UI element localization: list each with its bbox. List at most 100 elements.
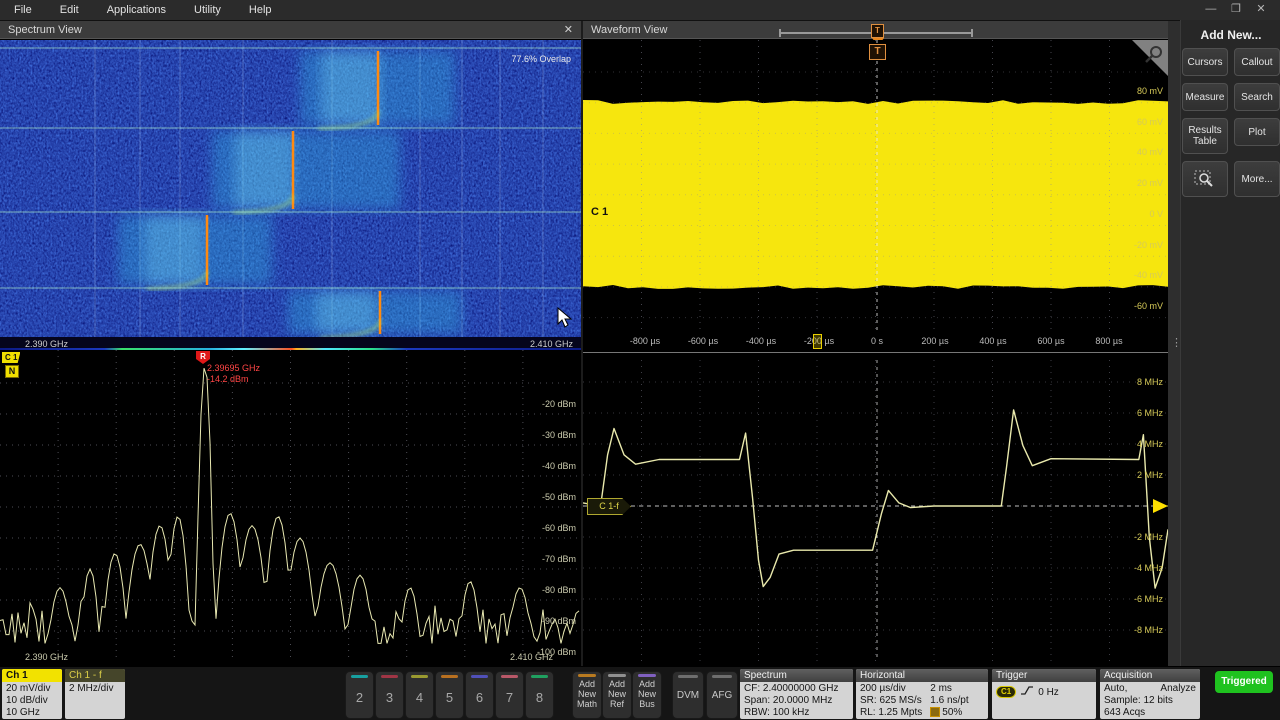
horizontal-setting: RL: 1.25 Mpts — [860, 707, 922, 719]
span-start-label: 2.390 GHz — [25, 652, 68, 662]
channel-color-stripe — [351, 675, 368, 678]
mv-axis-label: 80 mV — [1137, 86, 1163, 96]
waveform-view-title: Waveform View — [591, 24, 667, 36]
spectrum-view-title: Spectrum View — [8, 24, 82, 36]
mv-axis-label: -20 mV — [1134, 240, 1163, 250]
add-new-panel: Add New... CursorsCalloutMeasureSearchRe… — [1180, 20, 1280, 666]
mhz-axis-label: 8 MHz — [1137, 377, 1163, 387]
add-new-ref-button[interactable]: AddNewRef — [602, 671, 632, 719]
ch1-badge-title: Ch 1 — [2, 669, 62, 682]
ruler-trigger-marker[interactable]: T — [871, 24, 884, 38]
menu-applications[interactable]: Applications — [93, 1, 180, 16]
channel-2-button[interactable]: 2 — [345, 671, 374, 719]
horizontal-setting: 50% — [930, 707, 968, 719]
trigger-source-pill: C1 — [996, 686, 1016, 698]
time-axis-label: -800 µs — [630, 336, 660, 346]
add-new-bus-button[interactable]: AddNewBus — [632, 671, 662, 719]
mv-axis-label: 60 mV — [1137, 117, 1163, 127]
channel-1f-tag[interactable]: C 1-f — [587, 498, 631, 515]
spectrum-view-titlebar[interactable]: Spectrum View ✕ — [0, 21, 581, 39]
acquisition-badge[interactable]: AcquisitionAuto,AnalyzeSample: 12 bits64… — [1100, 669, 1200, 719]
channel-5-button[interactable]: 5 — [435, 671, 464, 719]
triggered-status-button[interactable]: Triggered — [1215, 671, 1273, 693]
add-measure-button[interactable]: Measure — [1182, 83, 1228, 111]
channel-7-button[interactable]: 7 — [495, 671, 524, 719]
zoom-corner-icon[interactable] — [1132, 40, 1168, 76]
acq-mode: Auto, — [1104, 683, 1127, 695]
add-search-button[interactable]: Search — [1234, 83, 1280, 111]
ch1-badge[interactable]: Ch 120 mV/div10 dB/div10 GHz — [2, 669, 62, 719]
ch1f-badge-title: Ch 1 - f — [65, 669, 125, 682]
time-axis-label: -400 µs — [746, 336, 776, 346]
waveform-view-titlebar[interactable]: Waveform View T — [583, 21, 1168, 39]
more-button[interactable]: More... — [1234, 161, 1280, 197]
time-axis-label: -600 µs — [688, 336, 718, 346]
frequency-vs-time-plot[interactable]: C 1-f 8 MHz6 MHz4 MHz2 MHz-2 MHz-4 MHz-6… — [583, 360, 1168, 661]
spectrum-setting: RBW: 100 kHz — [744, 707, 849, 719]
menu-file[interactable]: File — [0, 1, 46, 16]
waveform-view-pane: Waveform View T C 1 80 mV60 mV40 mV20 mV… — [583, 21, 1168, 666]
add-plot-button[interactable]: Plot — [1234, 118, 1280, 146]
menu-help[interactable]: Help — [235, 1, 286, 16]
mhz-axis-label: -6 MHz — [1134, 594, 1163, 604]
minimize-icon[interactable]: — — [1200, 3, 1222, 15]
waveform-plot[interactable]: C 1 80 mV60 mV40 mV20 mV0 V-20 mV-40 mV-… — [583, 40, 1168, 330]
restore-icon[interactable]: ❐ — [1225, 2, 1247, 15]
channel-3-button[interactable]: 3 — [375, 671, 404, 719]
overlap-readout: 77.6% Overlap — [511, 54, 571, 64]
channel-6-button[interactable]: 6 — [465, 671, 494, 719]
mv-axis-label: -40 mV — [1134, 270, 1163, 280]
trigger-flag[interactable]: T — [869, 44, 886, 60]
dbm-axis-label: -40 dBm — [542, 461, 576, 471]
add-cursors-button[interactable]: Cursors — [1182, 48, 1228, 76]
horizontal-setting: 200 µs/div — [860, 683, 922, 695]
add-new-title: Add New... — [1181, 20, 1280, 48]
spectrum-badge[interactable]: SpectrumCF: 2.40000000 GHzSpan: 20.0000 … — [740, 669, 853, 719]
spectrogram[interactable]: 77.6% Overlap — [0, 40, 581, 337]
mhz-axis-label: 2 MHz — [1137, 470, 1163, 480]
time-axis-label: 800 µs — [1095, 336, 1122, 346]
zoom-select-icon — [1193, 168, 1217, 190]
menu-edit[interactable]: Edit — [46, 1, 93, 16]
spectrum-plot[interactable]: C 1 N R 2.39695 GHz -14.2 dBm -20 dBm-30… — [0, 350, 581, 661]
add-callout-button[interactable]: Callout — [1234, 48, 1280, 76]
channel-tag[interactable]: C 1 — [2, 352, 20, 363]
mv-axis-label: 40 mV — [1137, 147, 1163, 157]
trigger-badge[interactable]: TriggerC10 Hz — [992, 669, 1096, 719]
mhz-axis-label: 6 MHz — [1137, 408, 1163, 418]
mhz-axis-label: 4 MHz — [1137, 439, 1163, 449]
channel-color-stripe — [471, 675, 488, 678]
horizontal-badge[interactable]: Horizontal200 µs/divSR: 625 MS/sRL: 1.25… — [856, 669, 988, 719]
time-axis-label: 0 s — [871, 336, 883, 346]
bottom-bar: Ch 120 mV/div10 dB/div10 GHzCh 1 - f2 MH… — [0, 666, 1280, 720]
time-axis: -800 µs-600 µs-400 µs-200 µs0 s200 µs400… — [583, 330, 1168, 353]
afg-button[interactable]: AFG — [706, 671, 738, 719]
spectrum-setting: Span: 20.0000 MHz — [744, 695, 849, 707]
time-axis-label: 200 µs — [921, 336, 948, 346]
close-icon[interactable]: ✕ — [1250, 2, 1272, 15]
add-results-table-button[interactable]: Results Table — [1182, 118, 1228, 154]
channel-4-button[interactable]: 4 — [405, 671, 434, 719]
ch1f-badge[interactable]: Ch 1 - f2 MHz/div — [65, 669, 125, 719]
channel-color-stripe — [381, 675, 398, 678]
dbm-axis-label: -50 dBm — [542, 492, 576, 502]
mhz-axis-label: -4 MHz — [1134, 563, 1163, 573]
channel-color-stripe — [531, 675, 548, 678]
spectrum-view-close-icon[interactable]: ✕ — [564, 21, 573, 39]
trigger-level-arrow — [1153, 499, 1168, 513]
time-axis-label: 400 µs — [979, 336, 1006, 346]
trace-mode-badge[interactable]: N — [5, 365, 19, 378]
dvm-button[interactable]: DVM — [672, 671, 704, 719]
expansion-point-icon[interactable] — [813, 334, 822, 349]
channel-8-button[interactable]: 8 — [525, 671, 554, 719]
dbm-axis-label: -30 dBm — [542, 430, 576, 440]
zoom-select-button[interactable] — [1182, 161, 1228, 197]
spectrum-setting: CF: 2.40000000 GHz — [744, 683, 849, 695]
marker-amplitude: -14.2 dBm — [207, 374, 249, 384]
channel-1-label: C 1 — [591, 206, 608, 218]
horizontal-setting: SR: 625 MS/s — [860, 695, 922, 707]
mv-axis-label: 0 V — [1149, 209, 1163, 219]
menu-utility[interactable]: Utility — [180, 1, 235, 16]
pane-divider[interactable]: ⋮ — [1168, 21, 1180, 666]
add-new-math-button[interactable]: AddNewMath — [572, 671, 602, 719]
